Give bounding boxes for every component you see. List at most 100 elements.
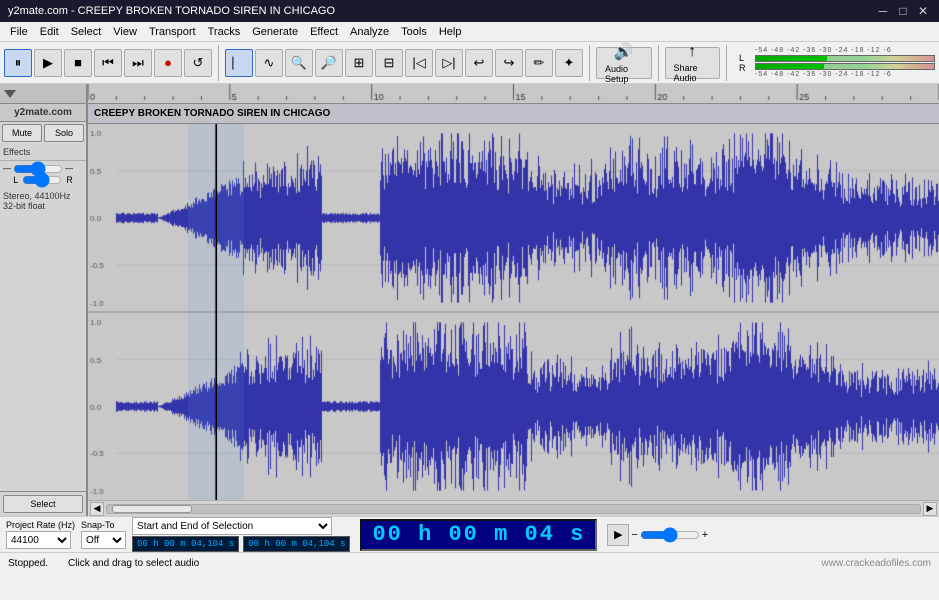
menu-help[interactable]: Help [433,22,468,41]
audio-setup-label: Audio Setup [605,64,643,84]
menu-select[interactable]: Select [65,22,108,41]
menu-tools[interactable]: Tools [395,22,433,41]
menu-analyze[interactable]: Analyze [344,22,395,41]
fit-v-tool[interactable]: ⊟ [375,49,403,77]
menu-generate[interactable]: Generate [246,22,304,41]
menu-tracks[interactable]: Tracks [202,22,247,41]
redo-tool[interactable]: ↪ [495,49,523,77]
ruler-canvas [88,84,939,104]
track-collapse-arrow[interactable] [4,90,16,98]
waveform-area: CREEPY BROKEN TORNADO SIREN IN CHICAGO ◀… [88,84,939,516]
zoom-out-tool[interactable]: 🔎 [315,49,343,77]
snap-to-section: Snap-To Off [81,520,126,549]
project-rate-section: Project Rate (Hz) 44100 [6,520,75,549]
fit-tool[interactable]: ⊞ [345,49,373,77]
pan-row: L R [3,175,83,185]
minus-icon: − [631,529,637,541]
gain-icon2: — [65,164,73,173]
transport-group: ⏸ ▶ ■ ⏮ ⏭ ● ↺ [4,45,219,81]
playhead [216,124,217,500]
scroll-thumb[interactable] [112,505,192,513]
vu-meter-area: LR -54 -48 -42 -36 -30 -24 -18 -12 -6 -5… [739,47,935,78]
prev-button[interactable]: ⏮ [94,49,122,77]
menu-transport[interactable]: Transport [143,22,202,41]
window-controls[interactable]: ─ □ ✕ [875,3,931,19]
skip-end[interactable]: ▷| [435,49,463,77]
status-text: Stopped. [8,558,48,569]
undo-tool[interactable]: ↩ [465,49,493,77]
snap-to-select[interactable]: Off [81,531,126,549]
statusbar: Stopped. Click and drag to select audio … [0,552,939,574]
close-button[interactable]: ✕ [915,3,931,19]
track-header: y2mate.com [0,104,86,122]
multi-tool[interactable]: ✦ [555,49,583,77]
share-audio-group: ↑ Share Audio [665,45,728,81]
menu-file[interactable]: File [4,22,34,41]
envelope-tool[interactable]: ∿ [255,49,283,77]
timeline-ruler [88,84,939,104]
titlebar: y2mate.com - CREEPY BROKEN TORNADO SIREN… [0,0,939,22]
watermark: www.crackeadofiles.com [822,558,931,569]
select-button[interactable]: Select [3,495,83,513]
loop-button[interactable]: ↺ [184,49,212,77]
play-mini-button[interactable]: ▶ [607,524,629,546]
pause-button[interactable]: ⏸ [4,49,32,77]
stop-button[interactable]: ■ [64,49,92,77]
track-info-line2: 32-bit float [3,201,83,211]
main-area: y2mate.com Mute Solo Effects — — L R Ste… [0,84,939,516]
next-button[interactable]: ⏭ [124,49,152,77]
horizontal-scrollbar[interactable]: ◀ ▶ [88,500,939,516]
tools-group: ⎸ ∿ 🔍 🔎 ⊞ ⊟ |◁ ▷| ↩ ↪ ✏ ✦ [225,45,590,81]
gain-icon: — [3,164,11,173]
vu-lr-top: LR [739,53,753,73]
record-button[interactable]: ● [154,49,182,77]
track-gain-section: — — L R [0,161,86,188]
plus-icon: + [702,529,708,541]
selection-type-select[interactable]: Start and End of Selection [132,517,332,535]
track-title-bar: CREEPY BROKEN TORNADO SIREN IN CHICAGO [88,104,939,124]
speed-slider[interactable] [640,530,700,540]
draw-tool[interactable]: ✏ [525,49,553,77]
time-field-1[interactable]: 00 h 00 m 04,104 s [132,536,239,552]
mute-button[interactable]: Mute [2,124,42,142]
scroll-right-arrow[interactable]: ▶ [923,502,937,516]
time-field-2[interactable]: 00 h 00 m 04,104 s [243,536,350,552]
solo-button[interactable]: Solo [44,124,84,142]
zoom-in-tool[interactable]: 🔍 [285,49,313,77]
time-main: 00 h 00 m 04 s [372,522,585,547]
vu-scale-bottom: -54 -48 -42 -36 -30 -24 -18 -12 -6 [755,71,892,78]
track-footer: Select [0,491,86,516]
speaker-icon: 🔊 [614,42,634,62]
selection-section: Start and End of Selection 00 h 00 m 04,… [132,517,350,552]
minimize-button[interactable]: ─ [875,3,891,19]
menu-effect[interactable]: Effect [304,22,344,41]
menu-view[interactable]: View [107,22,143,41]
skip-start[interactable]: |◁ [405,49,433,77]
playback-mini: ▶ − + [607,524,708,546]
time-value-2: 00 h 00 m 04,104 s [248,539,345,549]
track-info-line1: Stereo, 44100Hz [3,191,83,201]
play-button[interactable]: ▶ [34,49,62,77]
track-info: Stereo, 44100Hz 32-bit float [0,188,86,214]
maximize-button[interactable]: □ [895,3,911,19]
track-panel: y2mate.com Mute Solo Effects — — L R Ste… [0,84,88,516]
menu-edit[interactable]: Edit [34,22,65,41]
pan-slider[interactable] [22,176,62,184]
time-fields-row: 00 h 00 m 04,104 s 00 h 00 m 04,104 s [132,536,350,552]
status-hint: Click and drag to select audio [68,558,801,569]
scroll-track[interactable] [106,504,921,514]
share-audio-button[interactable]: ↑ Share Audio [665,47,721,79]
project-rate-label: Project Rate (Hz) [6,520,75,530]
scroll-left-arrow[interactable]: ◀ [90,502,104,516]
track-title: CREEPY BROKEN TORNADO SIREN IN CHICAGO [94,108,330,119]
share-audio-label: Share Audio [674,63,712,83]
track-mute-solo: Mute Solo [0,122,86,144]
pan-l-label: L [13,175,18,185]
menubar: File Edit Select View Transport Tracks G… [0,22,939,42]
project-rate-select[interactable]: 44100 [6,531,71,549]
snap-to-label: Snap-To [81,520,126,530]
waveform-tracks[interactable] [88,124,939,500]
selection-tool[interactable]: ⎸ [225,49,253,77]
vu-scale-top: -54 -48 -42 -36 -30 -24 -18 -12 -6 [755,47,892,54]
audio-setup-button[interactable]: 🔊 Audio Setup [596,47,652,79]
